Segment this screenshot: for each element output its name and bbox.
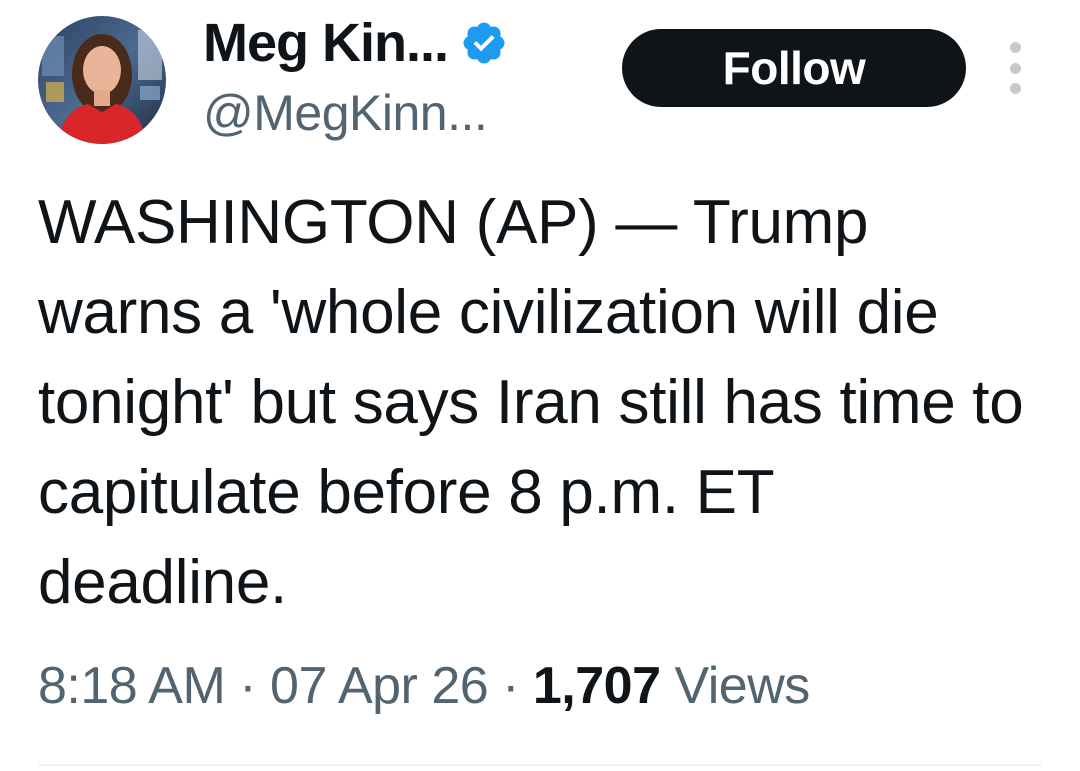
divider bbox=[38, 764, 1042, 766]
more-dot bbox=[1009, 42, 1021, 53]
author-display-name[interactable]: Meg Kin... bbox=[203, 12, 449, 74]
avatar-image bbox=[38, 16, 166, 144]
meta-separator: · bbox=[239, 657, 257, 715]
more-dot bbox=[1009, 62, 1021, 74]
more-options-icon[interactable] bbox=[1000, 42, 1030, 94]
author-handle[interactable]: @MegKinn... bbox=[203, 84, 488, 142]
more-dot bbox=[1009, 83, 1021, 94]
tweet-card: Meg Kin... @MegKinn... Follow WASHINGTON… bbox=[0, 0, 1080, 771]
meta-separator: · bbox=[502, 657, 519, 715]
tweet-time[interactable]: 8:18 AM bbox=[38, 657, 226, 715]
avatar[interactable] bbox=[38, 16, 166, 144]
views-count: 1,707 bbox=[532, 657, 661, 715]
verified-badge-icon bbox=[460, 19, 508, 67]
author-name-row: Meg Kin... bbox=[203, 10, 508, 76]
tweet-meta: 8:18 AM · 07 Apr 26 · 1,707 Views bbox=[38, 656, 810, 716]
views-label: Views bbox=[674, 657, 810, 715]
tweet-text: WASHINGTON (AP) — Trump warns a 'whole c… bbox=[38, 188, 1024, 617]
follow-button[interactable]: Follow bbox=[622, 29, 966, 107]
tweet-date[interactable]: 07 Apr 26 bbox=[270, 657, 489, 715]
